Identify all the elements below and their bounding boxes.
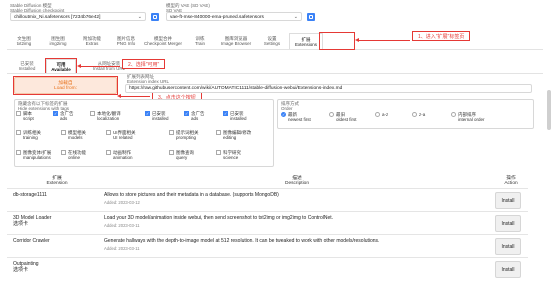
tag-label-en: training bbox=[23, 135, 38, 140]
highlight-load-button bbox=[13, 76, 118, 95]
url-label: 扩展列表网址 Extension index URL bbox=[127, 74, 170, 84]
tab-extras[interactable]: 附加功能 Extras bbox=[75, 33, 109, 49]
vae-select[interactable]: vae-ft-mse-840000-ema-pruned.safetensors… bbox=[166, 12, 302, 21]
refresh-icon[interactable] bbox=[307, 13, 315, 21]
tab-divider bbox=[7, 49, 543, 50]
tag-label-en: online bbox=[68, 155, 81, 160]
tag-label-en: animation bbox=[113, 155, 133, 160]
tag-label-en: installed bbox=[152, 116, 169, 121]
checkbox-icon bbox=[16, 111, 21, 116]
extension-name[interactable]: 3D Model Loader 选项卡 bbox=[13, 215, 51, 227]
checkbox-icon bbox=[169, 130, 174, 135]
table-row: Corridor Crawler Generate hallways with t… bbox=[7, 234, 528, 258]
order-label-zh: a-z bbox=[382, 112, 389, 117]
order-label-en: internal order bbox=[458, 117, 485, 122]
checkbox-icon bbox=[223, 111, 228, 116]
tag-label-en: UI related bbox=[113, 135, 133, 140]
checkbox-icon bbox=[61, 150, 66, 155]
install-button[interactable]: Install bbox=[495, 215, 521, 232]
tag-label-en: manipulations bbox=[23, 155, 51, 160]
checkbox-icon bbox=[90, 111, 95, 116]
extension-index-url-input[interactable]: https://raw.githubusercontent.com/wiki/A… bbox=[125, 84, 532, 93]
table-row: Outpainting 选项卡 Install bbox=[7, 257, 528, 281]
extension-name[interactable]: db-storage1111 bbox=[13, 192, 47, 198]
arrow-icon bbox=[77, 63, 120, 69]
hide-tags-label: 隐藏含有以下标签的扩展 Hide extensions with tags bbox=[18, 101, 70, 111]
tag-label-en: models bbox=[68, 135, 83, 140]
annotation-step1: 1、进入"扩展"标签页 bbox=[412, 31, 471, 41]
col-action: 操作 Action bbox=[504, 176, 518, 186]
tag-label-en: editing bbox=[223, 135, 237, 140]
tab-checkpoint-merger[interactable]: 模型合并 Checkpoint Merger bbox=[143, 33, 183, 49]
radio-icon bbox=[329, 112, 334, 117]
extension-name[interactable]: Corridor Crawler bbox=[13, 238, 50, 244]
checkbox-icon bbox=[16, 150, 21, 155]
radio-icon bbox=[412, 112, 417, 117]
order-label-zh: z-a bbox=[419, 112, 426, 117]
highlight-available-tab bbox=[45, 58, 77, 74]
subtab-installed[interactable]: 已安装 Installed bbox=[14, 59, 40, 73]
radio-icon bbox=[281, 112, 286, 117]
checkbox-icon bbox=[106, 130, 111, 135]
install-button[interactable]: Install bbox=[495, 238, 521, 255]
table-row: 3D Model Loader 选项卡 Load your 3D model/ani… bbox=[7, 211, 528, 235]
tab-txt2img[interactable]: 文生图 txt2img bbox=[7, 33, 41, 49]
refresh-icon[interactable] bbox=[151, 13, 159, 21]
order-label-en: oldest first bbox=[336, 117, 357, 122]
tag-label-en: ads bbox=[60, 116, 68, 121]
main-tabs: 文生图 txt2img 图生图 img2img 附加功能 Extras 图片信息 PNG… bbox=[7, 33, 323, 49]
order-label-en: newest first bbox=[288, 117, 311, 122]
tag-label-en: localization bbox=[97, 116, 120, 121]
extension-description: Load your 3D model/animation inside webu… bbox=[104, 215, 334, 221]
col-description: 描述 Description bbox=[285, 176, 309, 186]
extension-added-date: Added: 2023-03-11 bbox=[104, 223, 140, 228]
checkbox-icon bbox=[106, 150, 111, 155]
chevron-down-icon: ⌄ bbox=[137, 14, 142, 20]
extension-description: Generate hallways with the depth-to-imag… bbox=[104, 238, 380, 244]
tab-extensions[interactable]: 扩展 Extensions bbox=[289, 33, 323, 49]
checkbox-icon bbox=[53, 111, 58, 116]
tab-png-info[interactable]: 图片信息 PNG Info bbox=[109, 33, 143, 49]
checkbox-icon bbox=[184, 111, 189, 116]
tag-label-en: science bbox=[223, 155, 239, 160]
checkbox-icon bbox=[216, 130, 221, 135]
col-extension: 扩展 Extension bbox=[46, 176, 68, 186]
checkbox-icon bbox=[145, 111, 150, 116]
tab-train[interactable]: 训练 Train bbox=[183, 33, 217, 49]
subtab-divider bbox=[7, 73, 543, 74]
tag-label-en: query bbox=[176, 155, 188, 160]
extension-description: Allows to store pictures and their metad… bbox=[104, 192, 279, 198]
tab-img2img[interactable]: 图生图 img2img bbox=[41, 33, 75, 49]
arrow-icon bbox=[355, 37, 410, 43]
tab-settings[interactable]: 设置 Settings bbox=[255, 33, 289, 49]
highlight-extensions-tab bbox=[319, 32, 355, 50]
checkbox-icon bbox=[216, 150, 221, 155]
scrollbar[interactable] bbox=[547, 90, 551, 130]
model-select[interactable]: chilloutmix_Ni.safetensors [7234b76e42] ⌄ bbox=[10, 12, 146, 21]
radio-icon bbox=[375, 112, 380, 117]
arrow-icon bbox=[117, 93, 150, 99]
tag-label-en: prompting bbox=[176, 135, 197, 140]
checkbox-icon bbox=[61, 130, 66, 135]
install-button[interactable]: Install bbox=[495, 261, 521, 278]
extension-added-date: Added: 2023-03-12 bbox=[104, 200, 140, 205]
tag-label-en: installed bbox=[230, 116, 247, 121]
order-panel: 排序方式 Order bbox=[277, 99, 534, 129]
checkbox-icon bbox=[169, 150, 174, 155]
chevron-down-icon: ⌄ bbox=[293, 14, 298, 20]
extension-added-date: Added: 2023-03-11 bbox=[104, 246, 140, 251]
checkbox-icon bbox=[16, 130, 21, 135]
tag-label-en: script bbox=[23, 116, 34, 121]
install-button[interactable]: Install bbox=[495, 192, 521, 209]
radio-icon bbox=[451, 112, 456, 117]
extension-name[interactable]: Outpainting 选项卡 bbox=[13, 261, 39, 273]
order-label: 排序方式 Order bbox=[281, 101, 299, 111]
annotation-step2: 2、选择"可用" bbox=[122, 59, 166, 69]
tag-label-en: ads bbox=[191, 116, 199, 121]
tab-image-browser[interactable]: 图库浏览器 Image Browser bbox=[217, 33, 255, 49]
table-row: db-storage1111 Allows to store pictures a… bbox=[7, 188, 528, 212]
